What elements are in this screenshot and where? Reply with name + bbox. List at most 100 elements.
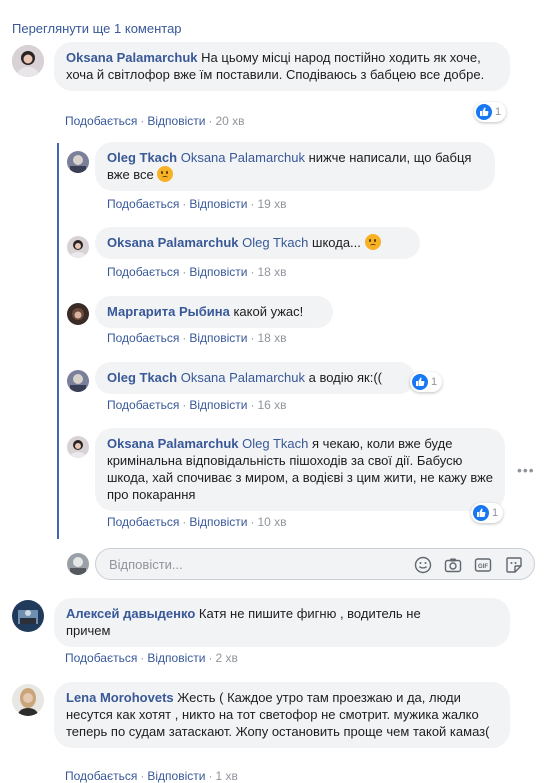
- reply-text: шкода...: [312, 235, 361, 250]
- reply-text: какой ужас!: [233, 304, 304, 319]
- timestamp[interactable]: 10 хв: [257, 515, 286, 529]
- reply-author[interactable]: Маргарита Рыбина: [107, 304, 230, 319]
- thread-line: [57, 143, 59, 539]
- mention[interactable]: Oksana Palamarchuk: [181, 150, 305, 165]
- reply-composer[interactable]: GIF: [95, 548, 535, 580]
- timestamp[interactable]: 18 хв: [257, 331, 286, 345]
- reply-link[interactable]: Відповісти: [189, 331, 247, 345]
- avatar[interactable]: [67, 236, 89, 258]
- reply-author[interactable]: Oleg Tkach: [107, 370, 177, 385]
- reply-actions: Подобається · Відповісти · 18 хв: [107, 265, 287, 279]
- mention[interactable]: Oleg Tkach: [242, 235, 308, 250]
- timestamp[interactable]: 16 хв: [257, 398, 286, 412]
- separator: ·: [182, 515, 187, 529]
- timestamp[interactable]: 2 хв: [215, 651, 237, 665]
- emoji-icon[interactable]: [414, 556, 432, 574]
- separator: ·: [182, 197, 187, 211]
- reply-bubble: Маргарита Рыбина какой ужас!: [95, 296, 333, 328]
- reaction-count[interactable]: 1: [474, 102, 507, 122]
- like-icon: [476, 104, 492, 120]
- avatar[interactable]: [12, 684, 44, 716]
- reply-bubble: Oksana Palamarchuk Oleg Tkach шкода...: [95, 227, 420, 259]
- camera-icon[interactable]: [444, 556, 462, 574]
- like-link[interactable]: Подобається: [65, 769, 137, 783]
- like-link[interactable]: Подобається: [107, 265, 179, 279]
- comment-actions: Подобається · Відповісти · 2 хв: [65, 651, 238, 665]
- reply-bubble: Oleg Tkach Oksana Palamarchuk нижче напи…: [95, 142, 495, 191]
- reply-link[interactable]: Відповісти: [147, 651, 205, 665]
- reply-input[interactable]: [107, 556, 401, 573]
- reaction-number: 1: [431, 376, 438, 388]
- reply-link[interactable]: Відповісти: [147, 769, 205, 783]
- like-link[interactable]: Подобається: [107, 515, 179, 529]
- timestamp[interactable]: 1 хв: [215, 769, 237, 783]
- svg-text:GIF: GIF: [478, 564, 488, 570]
- confused-emoji-icon: [157, 166, 174, 182]
- mention[interactable]: Oleg Tkach: [242, 436, 308, 451]
- view-more-comments-link[interactable]: Переглянути ще 1 коментар: [12, 21, 182, 36]
- avatar-image: [12, 600, 44, 632]
- separator: ·: [250, 265, 255, 279]
- comment-author[interactable]: Oksana Palamarchuk: [66, 50, 198, 65]
- current-user-avatar: [67, 553, 89, 575]
- like-link[interactable]: Подобається: [107, 398, 179, 412]
- confused-emoji-icon: [364, 234, 381, 250]
- reply-author[interactable]: Oleg Tkach: [107, 150, 177, 165]
- reaction-number: 1: [492, 507, 499, 519]
- separator: ·: [182, 265, 187, 279]
- avatar[interactable]: [67, 151, 89, 173]
- like-icon: [473, 505, 489, 521]
- separator: ·: [140, 769, 145, 783]
- reaction-count[interactable]: 1: [410, 372, 443, 392]
- timestamp[interactable]: 18 хв: [257, 265, 286, 279]
- reply-actions: Подобається · Відповісти · 10 хв: [107, 515, 287, 529]
- reply-author[interactable]: Oksana Palamarchuk: [107, 436, 239, 451]
- avatar-image: [67, 553, 89, 575]
- reply-actions: Подобається · Відповісти · 16 хв: [107, 398, 287, 412]
- separator: ·: [208, 769, 213, 783]
- separator: ·: [208, 651, 213, 665]
- reply-link[interactable]: Відповісти: [189, 515, 247, 529]
- reply-link[interactable]: Відповісти: [189, 398, 247, 412]
- sticker-icon[interactable]: [505, 556, 523, 574]
- separator: ·: [250, 331, 255, 345]
- like-link[interactable]: Подобається: [65, 651, 137, 665]
- separator: ·: [140, 651, 145, 665]
- separator: ·: [182, 331, 187, 345]
- separator: ·: [182, 398, 187, 412]
- mention[interactable]: Oksana Palamarchuk: [181, 370, 305, 385]
- timestamp[interactable]: 19 хв: [257, 197, 286, 211]
- comment-bubble: Oksana Palamarchuk На цьому місці народ …: [54, 42, 510, 91]
- avatar[interactable]: [67, 436, 89, 458]
- avatar-image: [67, 303, 89, 325]
- like-link[interactable]: Подобається: [107, 197, 179, 211]
- avatar[interactable]: [12, 45, 44, 77]
- separator: ·: [250, 197, 255, 211]
- reply-link[interactable]: Відповісти: [147, 114, 205, 128]
- reply-link[interactable]: Відповісти: [189, 265, 247, 279]
- comment-bubble: Lena Morohovets Жесть ( Каждое утро там …: [54, 682, 510, 748]
- reaction-count[interactable]: 1: [471, 503, 504, 523]
- separator: ·: [140, 114, 145, 128]
- reply-author[interactable]: Oksana Palamarchuk: [107, 235, 239, 250]
- avatar-image: [67, 236, 89, 258]
- timestamp[interactable]: 20 хв: [215, 114, 244, 128]
- more-options-icon[interactable]: •••: [517, 462, 535, 478]
- comment-author[interactable]: Алексей давыденко: [66, 606, 195, 621]
- comment-author[interactable]: Lena Morohovets: [66, 690, 174, 705]
- avatar-image: [67, 436, 89, 458]
- comment-actions: Подобається · Відповісти · 1 хв: [65, 769, 238, 783]
- avatar-image: [67, 370, 89, 392]
- like-icon: [412, 374, 428, 390]
- avatar[interactable]: [67, 303, 89, 325]
- reply-actions: Подобається · Відповісти · 19 хв: [107, 197, 287, 211]
- comment-actions: Подобається · Відповісти · 20 хв: [65, 114, 245, 128]
- avatar-image: [12, 684, 44, 716]
- avatar[interactable]: [12, 600, 44, 632]
- like-link[interactable]: Подобається: [65, 114, 137, 128]
- reaction-number: 1: [495, 106, 502, 118]
- avatar[interactable]: [67, 370, 89, 392]
- reply-link[interactable]: Відповісти: [189, 197, 247, 211]
- like-link[interactable]: Подобається: [107, 331, 179, 345]
- gif-icon[interactable]: GIF: [474, 556, 492, 574]
